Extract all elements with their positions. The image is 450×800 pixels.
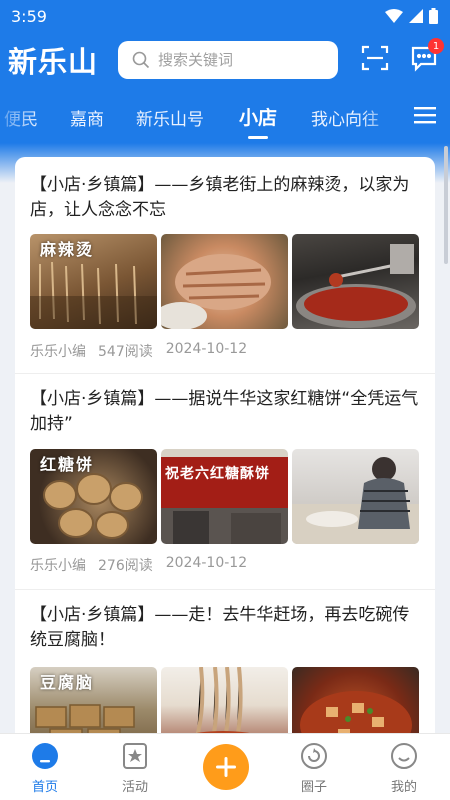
plus-icon — [216, 757, 236, 777]
nav-circle-label: 圈子 — [300, 780, 327, 795]
article-date: 2024-10-12 — [165, 555, 248, 571]
thumbnail-image[interactable]: 麻辣烫 — [30, 234, 157, 329]
tabs-fade-left — [0, 88, 40, 143]
article-thumbnails: 红糖饼 祝老六红糖酥饼 — [30, 449, 419, 544]
nav-profile-label: 我的 — [390, 780, 417, 795]
article-thumbnails: 豆腐脑 — [30, 667, 419, 733]
article-meta: 乐乐小编 547阅读 2024-10-12 — [30, 341, 247, 361]
thumbnail-image[interactable]: 祝老六红糖酥饼 — [161, 449, 288, 544]
battery-icon — [429, 8, 438, 24]
article-author: 乐乐小编 — [30, 558, 86, 574]
article-title[interactable]: 【小店·乡镇篇】——走！去牛华赶场，再去吃碗传统豆腐脑！ — [30, 603, 422, 653]
system-icons — [385, 8, 438, 24]
scan-icon[interactable] — [361, 44, 389, 76]
bottom-nav: 首页 活动 圈子 我的 — [0, 733, 450, 800]
signal-icon — [409, 9, 423, 23]
thumbnail-caption: 豆腐脑 — [40, 673, 95, 692]
article-author: 乐乐小编 — [30, 344, 86, 360]
tab-jiashang[interactable]: 嘉商 — [70, 105, 104, 130]
status-time: 3:59 — [11, 6, 47, 26]
search-icon — [132, 51, 150, 69]
profile-icon — [391, 743, 417, 769]
article-date: 2024-10-12 — [165, 341, 248, 357]
activity-icon — [123, 743, 147, 769]
thumbnail-image[interactable] — [292, 667, 419, 733]
article-divider — [15, 589, 435, 590]
header: 新乐山 1 — [0, 32, 450, 88]
thumbnail-caption: 麻辣烫 — [40, 240, 95, 259]
nav-home[interactable]: 首页 — [15, 742, 75, 795]
nav-activity-label: 活动 — [121, 780, 148, 795]
tabs-fade-right — [360, 88, 400, 143]
search-input[interactable] — [158, 51, 328, 69]
article-reads: 547阅读 — [98, 344, 153, 360]
article-reads: 276阅读 — [98, 558, 153, 574]
thumbnail-image[interactable] — [292, 449, 419, 544]
wifi-icon — [385, 9, 403, 23]
nav-activity[interactable]: 活动 — [105, 742, 165, 795]
category-tabs: 便民 嘉商 新乐山号 小店 我心向往 — [0, 88, 450, 143]
menu-icon[interactable] — [414, 106, 436, 129]
scrollbar[interactable] — [444, 146, 448, 264]
message-icon[interactable]: 1 — [410, 38, 444, 76]
article-thumbnails: 麻辣烫 — [30, 234, 419, 329]
thumbnail-image[interactable] — [161, 667, 288, 733]
article-feed[interactable]: 【小店·乡镇篇】——乡镇老街上的麻辣烫，以家为店，让人念念不忘 麻辣烫 乐乐小编… — [0, 143, 450, 733]
home-icon — [32, 743, 58, 769]
search-box[interactable] — [118, 41, 338, 79]
status-bar: 3:59 — [0, 0, 450, 32]
nav-profile[interactable]: 我的 — [374, 742, 434, 795]
thumbnail-image[interactable] — [161, 234, 288, 329]
thumbnail-image[interactable]: 豆腐脑 — [30, 667, 157, 733]
article-list: 【小店·乡镇篇】——乡镇老街上的麻辣烫，以家为店，让人念念不忘 麻辣烫 乐乐小编… — [15, 157, 435, 733]
active-tab-indicator — [248, 136, 268, 139]
tab-xinleshanhao[interactable]: 新乐山号 — [136, 105, 204, 130]
tab-xiaodian[interactable]: 小店 — [239, 103, 277, 130]
nav-circle[interactable]: 圈子 — [284, 742, 344, 795]
nav-home-label: 首页 — [31, 780, 58, 795]
app-logo: 新乐山 — [8, 45, 99, 79]
thumbnail-caption: 红糖饼 — [40, 455, 95, 474]
circle-icon — [301, 743, 327, 769]
article-title[interactable]: 【小店·乡镇篇】——乡镇老街上的麻辣烫，以家为店，让人念念不忘 — [30, 173, 422, 223]
message-badge: 1 — [428, 38, 444, 54]
top-bar: 3:59 新乐山 1 便民 嘉商 新乐山号 小店 我心向往 — [0, 0, 450, 143]
thumbnail-image[interactable] — [292, 234, 419, 329]
thumbnail-image[interactable]: 红糖饼 — [30, 449, 157, 544]
article-title[interactable]: 【小店·乡镇篇】——据说牛华这家红糖饼“全凭运气加持” — [30, 387, 422, 437]
publish-button[interactable] — [203, 744, 249, 790]
article-divider — [15, 373, 435, 374]
article-meta: 乐乐小编 276阅读 2024-10-12 — [30, 555, 247, 575]
